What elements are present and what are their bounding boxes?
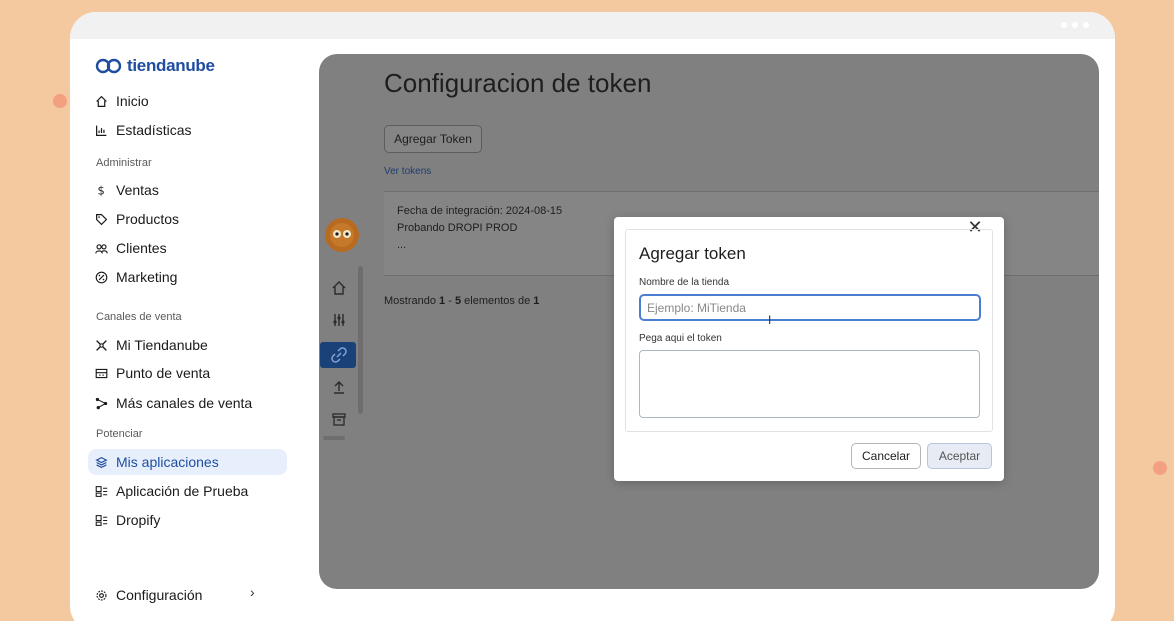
sidebar-item-label: Configuración xyxy=(116,587,203,603)
sidebar-item-punto-de-venta[interactable]: Punto de venta xyxy=(95,362,210,384)
decorative-dot xyxy=(53,94,67,108)
app-mini-sidebar xyxy=(319,204,365,444)
users-icon xyxy=(95,243,108,254)
sidebar-item-inicio[interactable]: Inicio xyxy=(95,90,149,112)
add-token-button[interactable]: Agregar Token xyxy=(384,125,482,153)
sidebar-item-marketing[interactable]: Marketing xyxy=(95,266,177,288)
bar-chart-icon xyxy=(96,125,107,136)
sidebar: tiendanube Inicio Estadísticas Administr… xyxy=(70,39,305,621)
window-titlebar xyxy=(70,12,1115,39)
sidebar-item-label: Mi Tiendanube xyxy=(116,337,208,353)
store-name-label: Nombre de la tienda xyxy=(639,277,730,288)
decorative-dot xyxy=(1153,461,1167,475)
cancel-button[interactable]: Cancelar xyxy=(851,443,921,469)
tag-icon xyxy=(96,213,108,225)
sidebar-item-label: Ventas xyxy=(116,182,159,198)
horizontal-scrollbar[interactable] xyxy=(323,436,345,440)
pos-icon xyxy=(95,368,108,378)
scrollbar[interactable] xyxy=(358,266,363,414)
avatar[interactable] xyxy=(325,218,359,252)
sidebar-item-ventas[interactable]: $ Ventas xyxy=(95,179,159,201)
home-icon[interactable] xyxy=(331,280,347,296)
add-token-modal: ✕ Agregar token Nombre de la tienda I Pe… xyxy=(614,217,1004,481)
sidebar-item-label: Dropify xyxy=(116,512,161,528)
upload-icon[interactable] xyxy=(331,379,347,395)
channels-icon xyxy=(95,397,108,409)
section-title-administrar: Administrar xyxy=(96,157,152,169)
store-name-input[interactable] xyxy=(639,294,981,321)
window-menu-dots[interactable] xyxy=(1061,22,1089,28)
sidebar-item-label: Mis aplicaciones xyxy=(116,454,219,470)
svg-text:$: $ xyxy=(97,184,104,197)
accept-button[interactable]: Aceptar xyxy=(927,443,992,469)
page-title: Configuracion de token xyxy=(384,68,652,98)
link-icon[interactable] xyxy=(331,347,347,363)
sidebar-item-label: Marketing xyxy=(116,269,178,285)
sidebar-item-label: Inicio xyxy=(116,93,149,109)
home-icon xyxy=(96,95,107,107)
sidebar-item-clientes[interactable]: Clientes xyxy=(95,237,167,259)
dollar-icon: $ xyxy=(97,184,104,197)
sidebar-item-productos[interactable]: Productos xyxy=(95,208,179,230)
sliders-icon[interactable] xyxy=(331,312,347,328)
token-store-name: Probando DROPI PROD xyxy=(397,222,518,234)
sidebar-item-estadisticas[interactable]: Estadísticas xyxy=(95,119,191,141)
tiendanube-logo[interactable]: tiendanube xyxy=(95,56,215,76)
sidebar-item-label: Más canales de venta xyxy=(116,395,253,411)
token-more: ... xyxy=(397,239,407,251)
token-label: Pega aqui el token xyxy=(639,333,722,344)
chevron-right-icon: › xyxy=(250,584,255,600)
avatar-face-icon xyxy=(330,223,354,247)
app-icon xyxy=(95,514,108,526)
sidebar-item-mis-aplicaciones[interactable]: Mis aplicaciones xyxy=(88,449,287,475)
integration-date: Fecha de integración: 2024-08-15 xyxy=(397,205,563,217)
sidebar-item-configuracion[interactable]: Configuración › xyxy=(95,584,285,606)
sidebar-item-mi-tiendanube[interactable]: Mi Tiendanube xyxy=(95,334,208,356)
percent-icon xyxy=(95,271,108,283)
sidebar-item-label: Clientes xyxy=(116,240,167,256)
token-textarea[interactable] xyxy=(639,350,980,418)
sidebar-item-aplicacion-de-prueba[interactable]: Aplicación de Prueba xyxy=(95,480,248,502)
tiendanube-logo-icon xyxy=(95,58,122,74)
logo-text: tiendanube xyxy=(127,56,215,75)
sidebar-item-mas-canales[interactable]: Más canales de venta xyxy=(95,392,252,414)
section-title-potenciar: Potenciar xyxy=(96,428,143,440)
modal-form: Agregar token Nombre de la tienda I Pega… xyxy=(625,229,993,432)
view-tokens-link[interactable]: Ver tokens xyxy=(384,166,431,177)
modal-title: Agregar token xyxy=(639,244,746,263)
archive-icon[interactable] xyxy=(331,411,347,427)
sidebar-item-label: Estadísticas xyxy=(116,122,192,138)
sidebar-item-dropify[interactable]: Dropify xyxy=(95,509,160,531)
sidebar-item-label: Aplicación de Prueba xyxy=(116,483,249,499)
apps-icon xyxy=(95,456,108,468)
app-icon xyxy=(95,485,108,497)
sidebar-item-label: Productos xyxy=(116,211,180,227)
text-cursor-icon: I xyxy=(768,313,772,327)
section-title-canales: Canales de venta xyxy=(96,311,182,323)
pagination-summary: Mostrando 1 - 5 elementos de 1 xyxy=(384,295,540,307)
store-icon xyxy=(96,339,107,351)
sidebar-item-label: Punto de venta xyxy=(116,365,211,381)
gear-icon xyxy=(96,589,107,601)
